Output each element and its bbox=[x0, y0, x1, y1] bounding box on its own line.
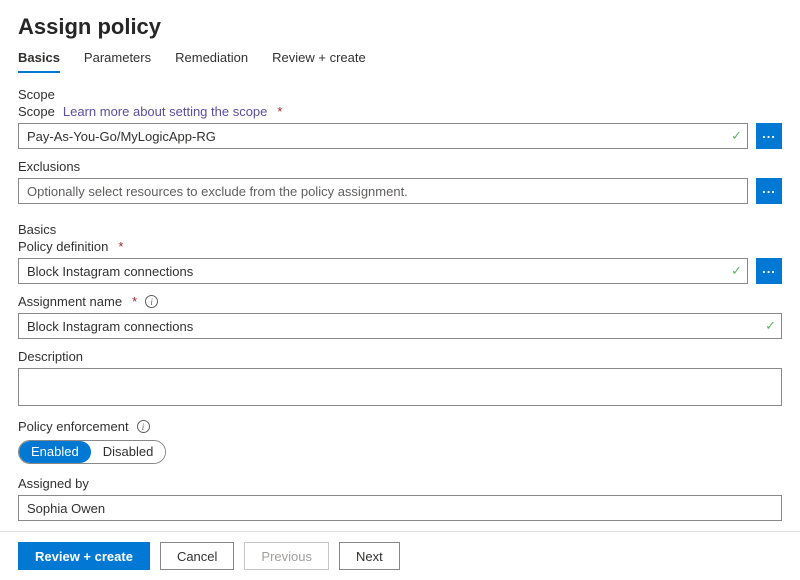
ellipsis-icon: ... bbox=[762, 182, 776, 195]
assigned-by-input[interactable] bbox=[18, 495, 782, 521]
tab-parameters[interactable]: Parameters bbox=[84, 46, 151, 73]
policy-definition-picker-button[interactable]: ... bbox=[756, 258, 782, 284]
assignment-name-required-icon: * bbox=[132, 294, 137, 309]
assignment-name-label: Assignment name bbox=[18, 294, 122, 309]
assignment-name-input[interactable] bbox=[18, 313, 782, 339]
exclusions-label: Exclusions bbox=[18, 159, 80, 174]
next-button[interactable]: Next bbox=[339, 542, 400, 570]
policy-enforcement-label: Policy enforcement bbox=[18, 419, 129, 434]
scope-section-title: Scope bbox=[18, 87, 782, 102]
tab-remediation[interactable]: Remediation bbox=[175, 46, 248, 73]
exclusions-input[interactable] bbox=[18, 178, 748, 204]
scope-label: Scope bbox=[18, 104, 55, 119]
cancel-button[interactable]: Cancel bbox=[160, 542, 234, 570]
policy-enforcement-toggle[interactable]: Enabled Disabled bbox=[18, 440, 166, 464]
policy-enforcement-disabled[interactable]: Disabled bbox=[91, 441, 166, 463]
description-label: Description bbox=[18, 349, 83, 364]
footer: Review + create Cancel Previous Next bbox=[0, 531, 800, 580]
description-input[interactable] bbox=[18, 368, 782, 406]
scope-learn-more-link[interactable]: Learn more about setting the scope bbox=[63, 104, 268, 119]
review-create-button[interactable]: Review + create bbox=[18, 542, 150, 570]
tab-basics[interactable]: Basics bbox=[18, 46, 60, 73]
scope-picker-button[interactable]: ... bbox=[756, 123, 782, 149]
scope-required-icon: * bbox=[277, 104, 282, 119]
policy-definition-required-icon: * bbox=[118, 239, 123, 254]
previous-button: Previous bbox=[244, 542, 329, 570]
info-icon[interactable]: i bbox=[137, 420, 150, 433]
ellipsis-icon: ... bbox=[762, 127, 776, 140]
policy-definition-input[interactable] bbox=[18, 258, 748, 284]
ellipsis-icon: ... bbox=[762, 262, 776, 275]
policy-enforcement-enabled[interactable]: Enabled bbox=[19, 441, 91, 463]
info-icon[interactable]: i bbox=[145, 295, 158, 308]
scope-input[interactable] bbox=[18, 123, 748, 149]
basics-section-title: Basics bbox=[18, 222, 782, 237]
policy-definition-label: Policy definition bbox=[18, 239, 108, 254]
tabs: Basics Parameters Remediation Review + c… bbox=[18, 46, 782, 73]
exclusions-picker-button[interactable]: ... bbox=[756, 178, 782, 204]
assigned-by-label: Assigned by bbox=[18, 476, 89, 491]
tab-review-create[interactable]: Review + create bbox=[272, 46, 366, 73]
page-title: Assign policy bbox=[18, 14, 782, 40]
